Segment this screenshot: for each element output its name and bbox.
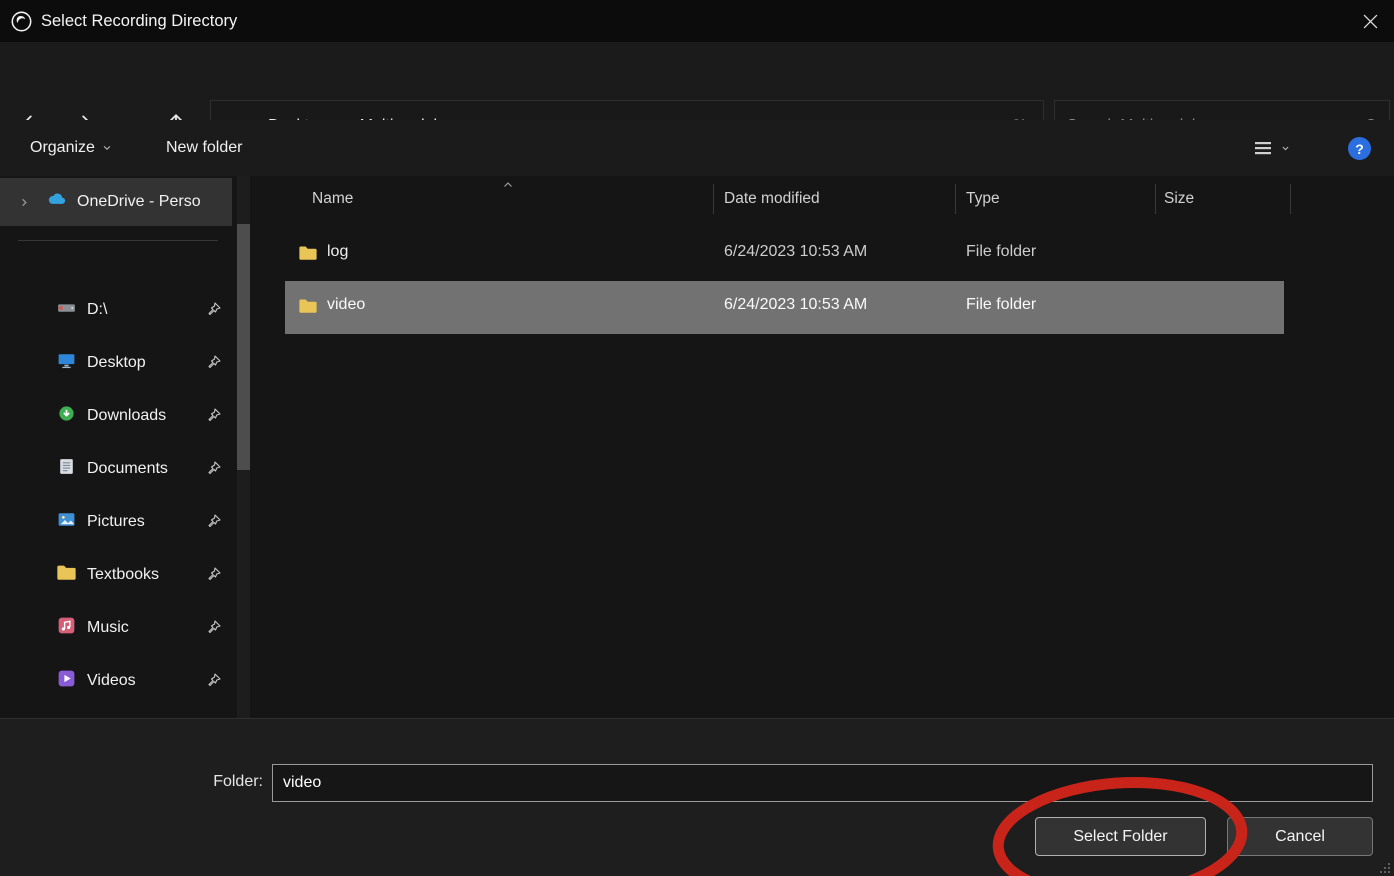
sidebar-divider (18, 240, 218, 241)
window-title: Select Recording Directory (41, 12, 237, 31)
sidebar-item-label: OneDrive - Perso (77, 193, 215, 211)
sidebar-item-music[interactable]: Music (0, 603, 232, 653)
sidebar-item-label: Downloads (87, 407, 166, 425)
sidebar-item-label: Music (87, 619, 129, 637)
sidebar-item-label: Documents (87, 460, 168, 478)
list-view-icon (1252, 138, 1274, 158)
column-header-size[interactable]: Size (1164, 176, 1194, 222)
file-type: File folder (966, 296, 1036, 314)
resize-grip[interactable] (1379, 862, 1391, 874)
chevron-down-icon (1281, 144, 1290, 153)
onedrive-cloud-icon (46, 189, 67, 215)
select-folder-button[interactable]: Select Folder (1035, 817, 1206, 856)
sidebar-item-desktop[interactable]: Desktop (0, 338, 232, 388)
organize-menu-button[interactable]: Organize (30, 120, 112, 176)
pin-icon (206, 407, 222, 428)
sidebar-item-d-drive[interactable]: D:\ (0, 285, 232, 335)
sidebar-item-label: D:\ (87, 301, 107, 319)
sidebar-item-videos[interactable]: Videos (0, 656, 232, 706)
sidebar-item-label: Videos (87, 672, 136, 690)
pin-icon (206, 460, 222, 481)
drive-icon (56, 297, 77, 323)
dialog-content: OneDrive - Perso D:\ (0, 176, 1394, 718)
sidebar-item-pictures[interactable]: Pictures (0, 497, 232, 547)
pin-icon (206, 301, 222, 322)
close-button[interactable] (1346, 0, 1394, 42)
file-type: File folder (966, 243, 1036, 261)
pin-icon (206, 566, 222, 587)
sidebar-item-textbooks[interactable]: Textbooks (0, 550, 232, 600)
videos-icon (56, 668, 77, 694)
select-recording-directory-dialog: Select Recording Directory (0, 0, 1394, 876)
navigation-bar: Desktop Multimodal (0, 42, 1394, 120)
help-button[interactable]: ? (1348, 137, 1371, 160)
file-list: Name Date modified Type Size log 6/24/20… (260, 176, 1394, 718)
sidebar-item-documents[interactable]: Documents (0, 444, 232, 494)
sidebar-item-downloads[interactable]: Downloads (0, 391, 232, 441)
pictures-icon (56, 509, 77, 535)
new-folder-button[interactable]: New folder (166, 120, 242, 176)
file-date-modified: 6/24/2023 10:53 AM (724, 296, 867, 314)
documents-icon (56, 456, 77, 482)
view-mode-button[interactable] (1252, 120, 1290, 176)
dialog-toolbar: Organize New folder ? (0, 120, 1394, 176)
sidebar-item-label: Desktop (87, 354, 146, 372)
cancel-button[interactable]: Cancel (1227, 817, 1373, 856)
pin-icon (206, 354, 222, 375)
downloads-icon (56, 403, 77, 429)
pin-icon (206, 672, 222, 693)
folder-icon (298, 298, 318, 319)
file-date-modified: 6/24/2023 10:53 AM (724, 243, 867, 261)
navigation-pane: OneDrive - Perso D:\ (0, 176, 260, 718)
file-row-log[interactable]: log 6/24/2023 10:53 AM File folder (285, 228, 1284, 281)
column-header-type[interactable]: Type (966, 176, 1000, 222)
pin-icon (206, 619, 222, 640)
desktop-icon (56, 350, 77, 376)
expand-chevron-icon[interactable] (14, 197, 34, 208)
file-name: video (327, 296, 365, 314)
help-icon: ? (1355, 141, 1364, 157)
pin-icon (206, 513, 222, 534)
titlebar[interactable]: Select Recording Directory (0, 0, 1394, 42)
folder-name-input[interactable] (272, 764, 1373, 802)
organize-label: Organize (30, 139, 95, 157)
sort-ascending-icon (502, 178, 514, 196)
column-separator (955, 184, 956, 214)
file-row-video[interactable]: video 6/24/2023 10:53 AM File folder (285, 281, 1284, 334)
new-folder-label: New folder (166, 139, 242, 157)
file-name: log (327, 243, 348, 261)
chevron-down-icon (102, 143, 112, 153)
column-header-name[interactable]: Name (312, 176, 353, 222)
column-header-date-modified[interactable]: Date modified (724, 176, 820, 222)
obs-logo-icon (10, 10, 33, 33)
column-separator (1155, 184, 1156, 214)
sidebar-scrollbar-thumb[interactable] (237, 224, 250, 470)
folder-icon (56, 564, 77, 586)
sidebar-item-label: Textbooks (87, 566, 159, 584)
sidebar-item-label: Pictures (87, 513, 145, 531)
folder-icon (298, 245, 318, 266)
folder-field-label: Folder: (160, 773, 263, 791)
sidebar-item-onedrive[interactable]: OneDrive - Perso (0, 178, 232, 226)
column-separator (713, 184, 714, 214)
close-icon (1363, 14, 1378, 29)
column-separator (1290, 184, 1291, 214)
music-icon (56, 615, 77, 641)
